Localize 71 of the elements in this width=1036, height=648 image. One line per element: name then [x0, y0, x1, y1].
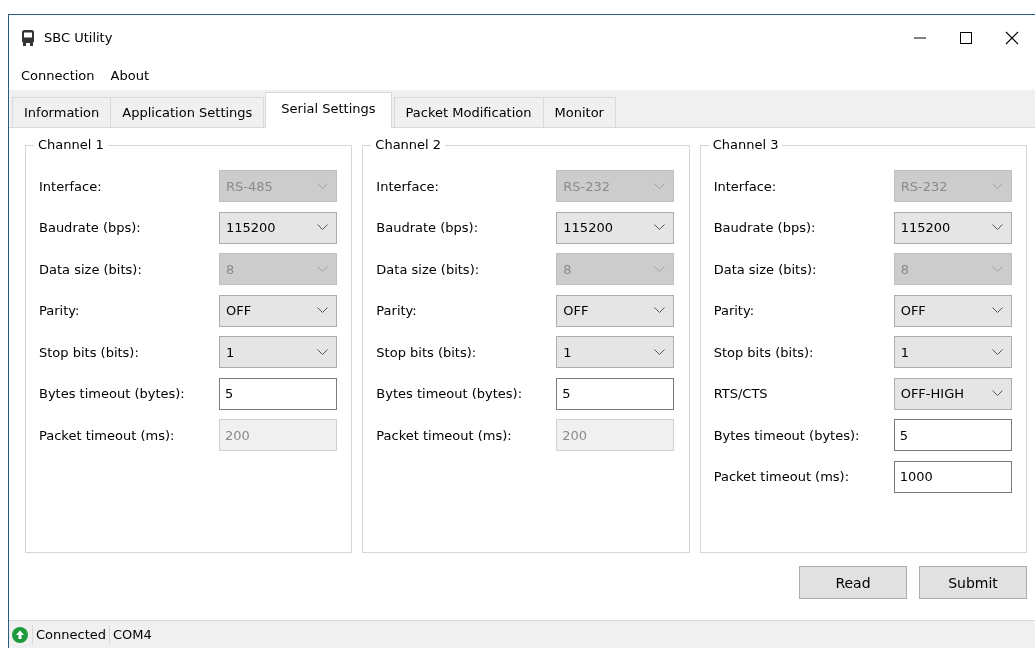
field-label: Baudrate (bps):: [39, 220, 142, 235]
field-label: Data size (bits):: [713, 261, 818, 277]
chevron-down-icon: [991, 390, 1003, 397]
chevron-down-icon: [654, 348, 666, 356]
field-label: Bytes timeout (bytes):: [713, 427, 861, 443]
field-label: RTS/CTS: [713, 386, 769, 401]
dropdown[interactable]: 1: [893, 336, 1012, 368]
input-field[interactable]: 5: [556, 377, 675, 410]
input-field[interactable]: 5: [219, 377, 337, 410]
field-label: Packet timeout (ms):: [39, 427, 176, 443]
field-label: Interface:: [376, 178, 440, 194]
chevron-down-icon: [317, 307, 328, 314]
menu-item[interactable]: About: [102, 67, 157, 83]
chevron-down-icon: [991, 348, 1003, 356]
tab[interactable]: Monitor: [542, 97, 616, 127]
field-label: Bytes timeout (bytes):: [376, 386, 524, 401]
field-label: Baudrate (bps):: [376, 220, 480, 235]
dropdown[interactable]: OFF-HIGH: [893, 377, 1012, 410]
chevron-down-icon: [654, 307, 666, 314]
chevron-down-icon: [317, 348, 328, 356]
field-label: Stop bits (bits):: [713, 344, 815, 360]
window-title: SBC Utility: [44, 30, 113, 45]
action-button[interactable]: Submit: [919, 566, 1027, 599]
field-label: Parity:: [39, 303, 81, 318]
dropdown[interactable]: OFF: [219, 294, 337, 327]
chevron-down-icon: [317, 265, 328, 273]
action-button[interactable]: Read: [799, 566, 907, 599]
chevron-down-icon: [991, 224, 1003, 231]
menu-item[interactable]: Connection: [13, 67, 103, 83]
field-label: Packet timeout (ms):: [713, 469, 851, 484]
tab[interactable]: Serial Settings: [265, 92, 392, 128]
group-title: Channel 1: [34, 137, 108, 152]
field-label: Interface:: [39, 178, 103, 194]
group-title: Channel 3: [708, 137, 783, 152]
minimize-icon: [914, 36, 926, 39]
bus-icon: [21, 29, 35, 46]
field-label: Data size (bits):: [39, 261, 143, 277]
chevron-down-icon: [317, 182, 328, 190]
field-label: Stop bits (bits):: [39, 344, 140, 360]
tab[interactable]: Application Settings: [110, 97, 265, 127]
tab[interactable]: Packet Modification: [393, 97, 544, 127]
port-label: COM4: [109, 624, 155, 645]
chevron-down-icon: [654, 182, 666, 190]
dropdown[interactable]: 1: [219, 336, 337, 368]
chevron-down-icon: [991, 307, 1003, 314]
field-label: Interface:: [713, 178, 778, 194]
dropdown[interactable]: 115200: [556, 211, 675, 244]
dropdown[interactable]: OFF: [556, 294, 675, 327]
dropdown[interactable]: 1: [556, 336, 675, 368]
close-icon: [1005, 30, 1019, 45]
chevron-down-icon: [654, 224, 666, 231]
input-field[interactable]: 5: [893, 419, 1012, 451]
maximize-icon: [959, 30, 973, 45]
field-label: Parity:: [376, 303, 418, 318]
field-label: Stop bits (bits):: [376, 344, 478, 360]
input-field[interactable]: 1000: [893, 460, 1012, 493]
dropdown[interactable]: OFF: [893, 294, 1012, 327]
field-label: Baudrate (bps):: [713, 220, 817, 235]
chevron-down-icon: [991, 182, 1003, 190]
chevron-down-icon: [991, 265, 1003, 273]
field-label: Bytes timeout (bytes):: [39, 386, 186, 401]
tab[interactable]: Information: [12, 97, 112, 127]
chevron-down-icon: [317, 224, 328, 231]
field-label: Packet timeout (ms):: [376, 427, 513, 443]
field-label: Parity:: [713, 303, 756, 318]
chevron-down-icon: [654, 265, 666, 273]
dropdown[interactable]: 115200: [219, 211, 337, 244]
field-label: Data size (bits):: [376, 261, 481, 277]
status-text: Connected: [32, 624, 109, 645]
dropdown[interactable]: 115200: [893, 211, 1012, 244]
group-title: Channel 2: [371, 137, 446, 152]
